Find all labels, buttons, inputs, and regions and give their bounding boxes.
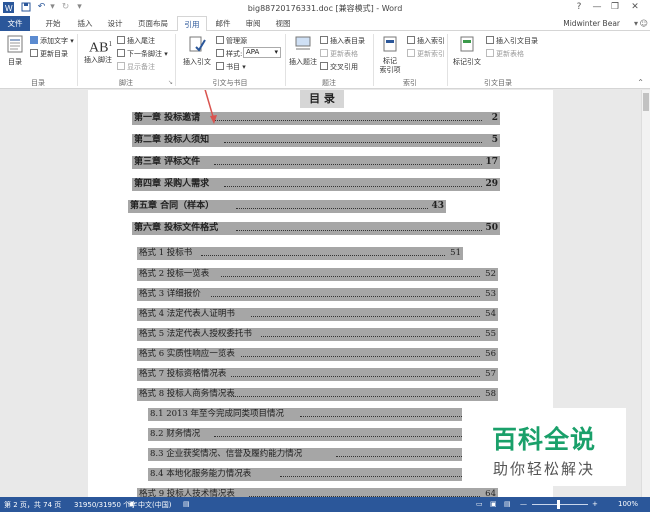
vertical-scrollbar[interactable] [641,90,650,497]
collapse-ribbon-icon[interactable]: ⌃ [637,78,644,87]
close-button[interactable]: ✕ [628,1,642,14]
status-bar: 第 2 页，共 74 页 31950/31950 个字 ▣ 中文(中国) ▤ ▭… [0,497,650,512]
group-label-footnote: 脚注 [119,79,133,87]
insert-footnote-button[interactable]: AB1 插入脚注 [81,35,115,65]
user-name[interactable]: Midwinter Bear [563,19,620,28]
show-notes-icon [117,62,125,70]
zoom-level[interactable]: 100% [618,500,638,508]
tab-mailings[interactable]: 邮件 [210,16,236,31]
web-layout-icon[interactable]: ▤ [504,500,511,508]
mark-entry-icon [383,36,397,52]
table-of-figures-icon [320,36,328,44]
group-label-citation: 引文与书目 [212,79,248,87]
update-toc-icon [30,49,38,57]
minimize-button[interactable]: — [590,1,604,14]
tab-home[interactable]: 开始 [38,16,68,31]
zoom-slider[interactable] [532,504,588,505]
tab-references[interactable]: 引用 [177,16,207,32]
watermark-subtitle: 助你轻松解决 [492,460,595,478]
insert-citation-label: 插入引文 [183,58,211,66]
group-label-toa: 引文目录 [484,79,512,87]
insert-index-icon [407,36,415,44]
cross-reference-icon [320,62,328,70]
add-text-icon [30,36,38,44]
chevron-down-icon: ▾ [274,48,278,56]
footnote-icon: AB1 [89,40,112,56]
tab-review[interactable]: 审阅 [240,16,266,31]
zoom-out-button[interactable]: — [520,500,527,508]
help-button[interactable]: ? [572,1,586,14]
update-toa-button[interactable]: 更新表格 [486,49,524,59]
tab-view[interactable]: 视图 [270,16,296,31]
mark-citation-button[interactable]: 标记引文 [451,35,483,67]
style-select[interactable]: APA ▾ [243,47,281,58]
manage-sources-button[interactable]: 管理源 [216,36,247,46]
ribbon-tabs: 文件 开始 插入 设计 页面布局 引用 邮件 审阅 视图 Midwinter B… [0,16,650,32]
insert-toa-icon [486,36,494,44]
insert-caption-label: 插入题注 [289,58,317,66]
update-table-button[interactable]: 更新表格 [320,49,358,59]
zoom-slider-thumb[interactable] [557,500,560,509]
bibliography-icon [216,62,224,70]
update-index-button[interactable]: 更新索引 [407,49,445,59]
endnote-icon [117,36,125,44]
footnote-launcher-icon[interactable]: ↘ [168,79,173,86]
group-label-index: 索引 [403,79,417,87]
mark-citation-icon [460,36,474,52]
style-label: 样式: [216,49,242,59]
insert-index-button[interactable]: 插入索引 [407,36,445,46]
next-footnote-button[interactable]: 下一条脚注 ▾ [117,49,168,59]
next-footnote-icon [117,49,125,57]
zoom-in-button[interactable]: + [592,500,598,508]
smiley-icon[interactable]: ☺ [640,19,648,28]
tab-file[interactable]: 文件 [0,16,30,31]
macro-icon[interactable]: ▤ [183,500,190,508]
watermark-logo: 百科全说 助你轻松解决 [462,408,626,486]
tab-layout[interactable]: 页面布局 [132,16,174,31]
read-mode-icon[interactable]: ▭ [476,500,483,508]
group-label-caption: 题注 [322,79,336,87]
toc-icon [7,35,23,53]
bibliography-button[interactable]: 书目 ▾ [216,62,246,72]
update-toc-button[interactable]: 更新目录 [30,49,68,59]
insert-citation-button[interactable]: 插入引文 [179,35,215,67]
add-text-button[interactable]: 添加文字 ▾ [30,36,74,46]
group-label-toc: 目录 [31,79,45,87]
scrollbar-thumb[interactable] [643,93,649,111]
page-count[interactable]: 第 2 页，共 74 页 [4,500,61,510]
cross-reference-button[interactable]: 交叉引用 [320,62,358,72]
language-indicator[interactable]: 中文(中国) [138,500,171,510]
ribbon-references: 目录 添加文字 ▾ 更新目录 目录 AB1 插入脚注 插入尾注 下一条脚注 ▾ … [0,31,650,89]
citation-icon [189,36,206,52]
show-notes-button[interactable]: 显示备注 [117,62,155,72]
caption-icon [295,36,311,50]
insert-table-of-figures-button[interactable]: 插入表目录 [320,36,365,46]
toc-label: 目录 [8,58,22,66]
style-icon [216,49,224,57]
tab-insert[interactable]: 插入 [72,16,98,31]
toc-button[interactable]: 目录 [4,35,26,67]
mark-citation-label: 标记引文 [453,58,481,66]
watermark-title: 百科全说 [491,425,596,454]
mark-entry-button[interactable]: 标记 索引项 [376,35,404,75]
update-toa-icon [486,49,494,57]
manage-sources-icon [216,36,224,44]
title-bar: W ↶ ▾ ↻ ▾ big88720176331.doc [兼容模式] - Wo… [0,0,650,16]
insert-footnote-label: 插入脚注 [84,56,112,64]
restore-button[interactable]: ❐ [608,1,622,14]
user-dropdown-icon[interactable]: ▾ [634,19,638,28]
insert-endnote-button[interactable]: 插入尾注 [117,36,155,46]
mark-entry-label: 标记 索引项 [379,57,401,74]
insert-toa-button[interactable]: 插入引文目录 [486,36,538,46]
update-index-icon [407,49,415,57]
proofing-icon[interactable]: ▣ [128,500,135,508]
tab-design[interactable]: 设计 [102,16,128,31]
update-table-icon [320,49,328,57]
insert-caption-button[interactable]: 插入题注 [288,35,318,67]
window-title: big88720176331.doc [兼容模式] - Word [247,4,403,13]
print-layout-icon[interactable]: ▣ [490,500,497,508]
